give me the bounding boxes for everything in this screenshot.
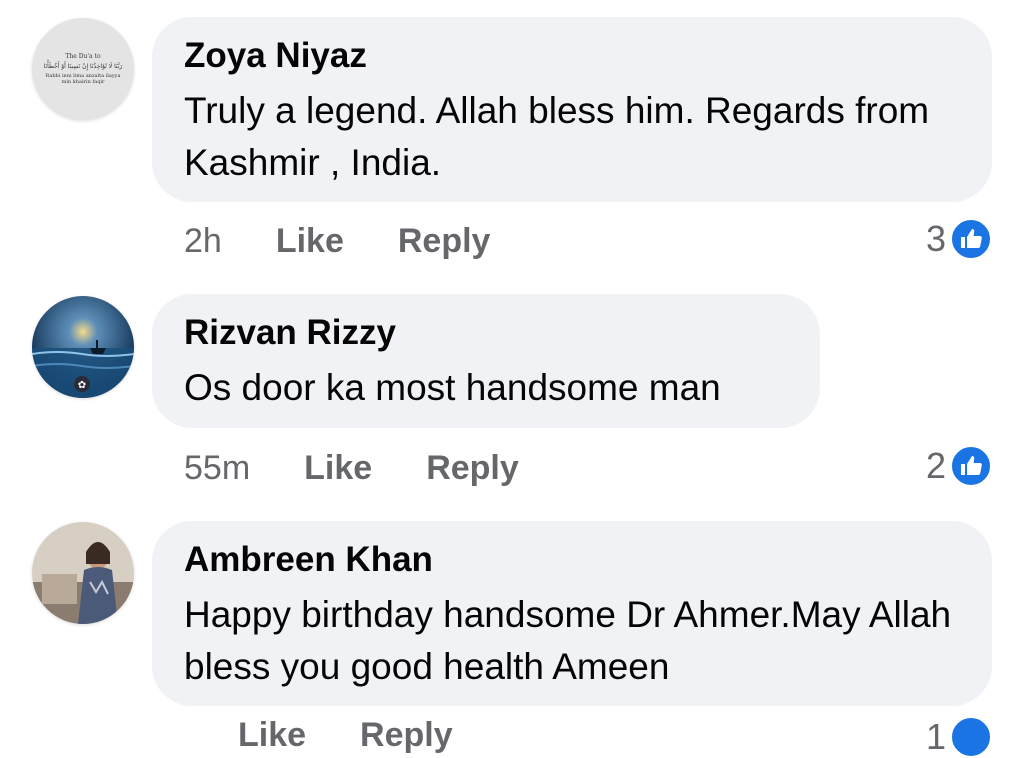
comment-timestamp[interactable]: 55m	[184, 449, 250, 488]
avatar-sea-boat-image: ✿	[32, 296, 134, 398]
comment-author[interactable]: Ambreen Khan	[184, 539, 960, 581]
comment-author[interactable]: Rizvan Rizzy	[184, 312, 788, 354]
avatar[interactable]	[32, 522, 134, 624]
reaction-count: 3	[925, 218, 946, 259]
reaction-summary[interactable]: 1	[926, 716, 992, 758]
comment-text: Truly a legend. Allah bless him. Regards…	[184, 90, 930, 183]
comment-text: Happy birthday handsome Dr Ahmer.May All…	[184, 594, 952, 687]
comment-timestamp[interactable]: 2h	[184, 222, 222, 261]
comment-bubble: Zoya Niyaz Truly a legend. Allah bless h…	[152, 17, 992, 202]
avatar[interactable]: The Du'a to رَبَّنَا لَا تُؤَاخِذْنَا إِ…	[32, 18, 134, 120]
reply-button[interactable]: Reply	[398, 222, 491, 261]
avatar[interactable]: ✿	[32, 296, 134, 398]
like-button[interactable]: Like	[304, 449, 372, 488]
comment-author[interactable]: Zoya Niyaz	[184, 35, 960, 77]
avatar-person-photo	[32, 522, 134, 624]
reaction-summary[interactable]: 2	[926, 445, 992, 487]
thumbs-up-icon	[950, 445, 992, 487]
reply-button[interactable]: Reply	[426, 449, 519, 488]
like-button[interactable]: Like	[238, 716, 306, 755]
avatar-dua-text: The Du'a to رَبَّنَا لَا تُؤَاخِذْنَا إِ…	[43, 53, 123, 85]
comment-bubble: Rizvan Rizzy Os door ka most handsome ma…	[152, 294, 820, 428]
reply-button[interactable]: Reply	[360, 716, 453, 755]
comment-bubble: Ambreen Khan Happy birthday handsome Dr …	[152, 521, 992, 706]
comment-text: Os door ka most handsome man	[184, 367, 721, 408]
reaction-count: 1	[925, 716, 946, 757]
comment-actions: Like Reply	[184, 716, 507, 755]
comment-actions: 55m Like Reply	[184, 449, 573, 488]
thumbs-up-icon	[950, 716, 992, 758]
like-button[interactable]: Like	[276, 222, 344, 261]
comment-actions: 2h Like Reply	[184, 222, 544, 261]
reaction-count: 2	[925, 445, 946, 486]
reaction-summary[interactable]: 3	[926, 218, 992, 260]
thumbs-up-icon	[950, 218, 992, 260]
svg-text:✿: ✿	[78, 380, 86, 391]
